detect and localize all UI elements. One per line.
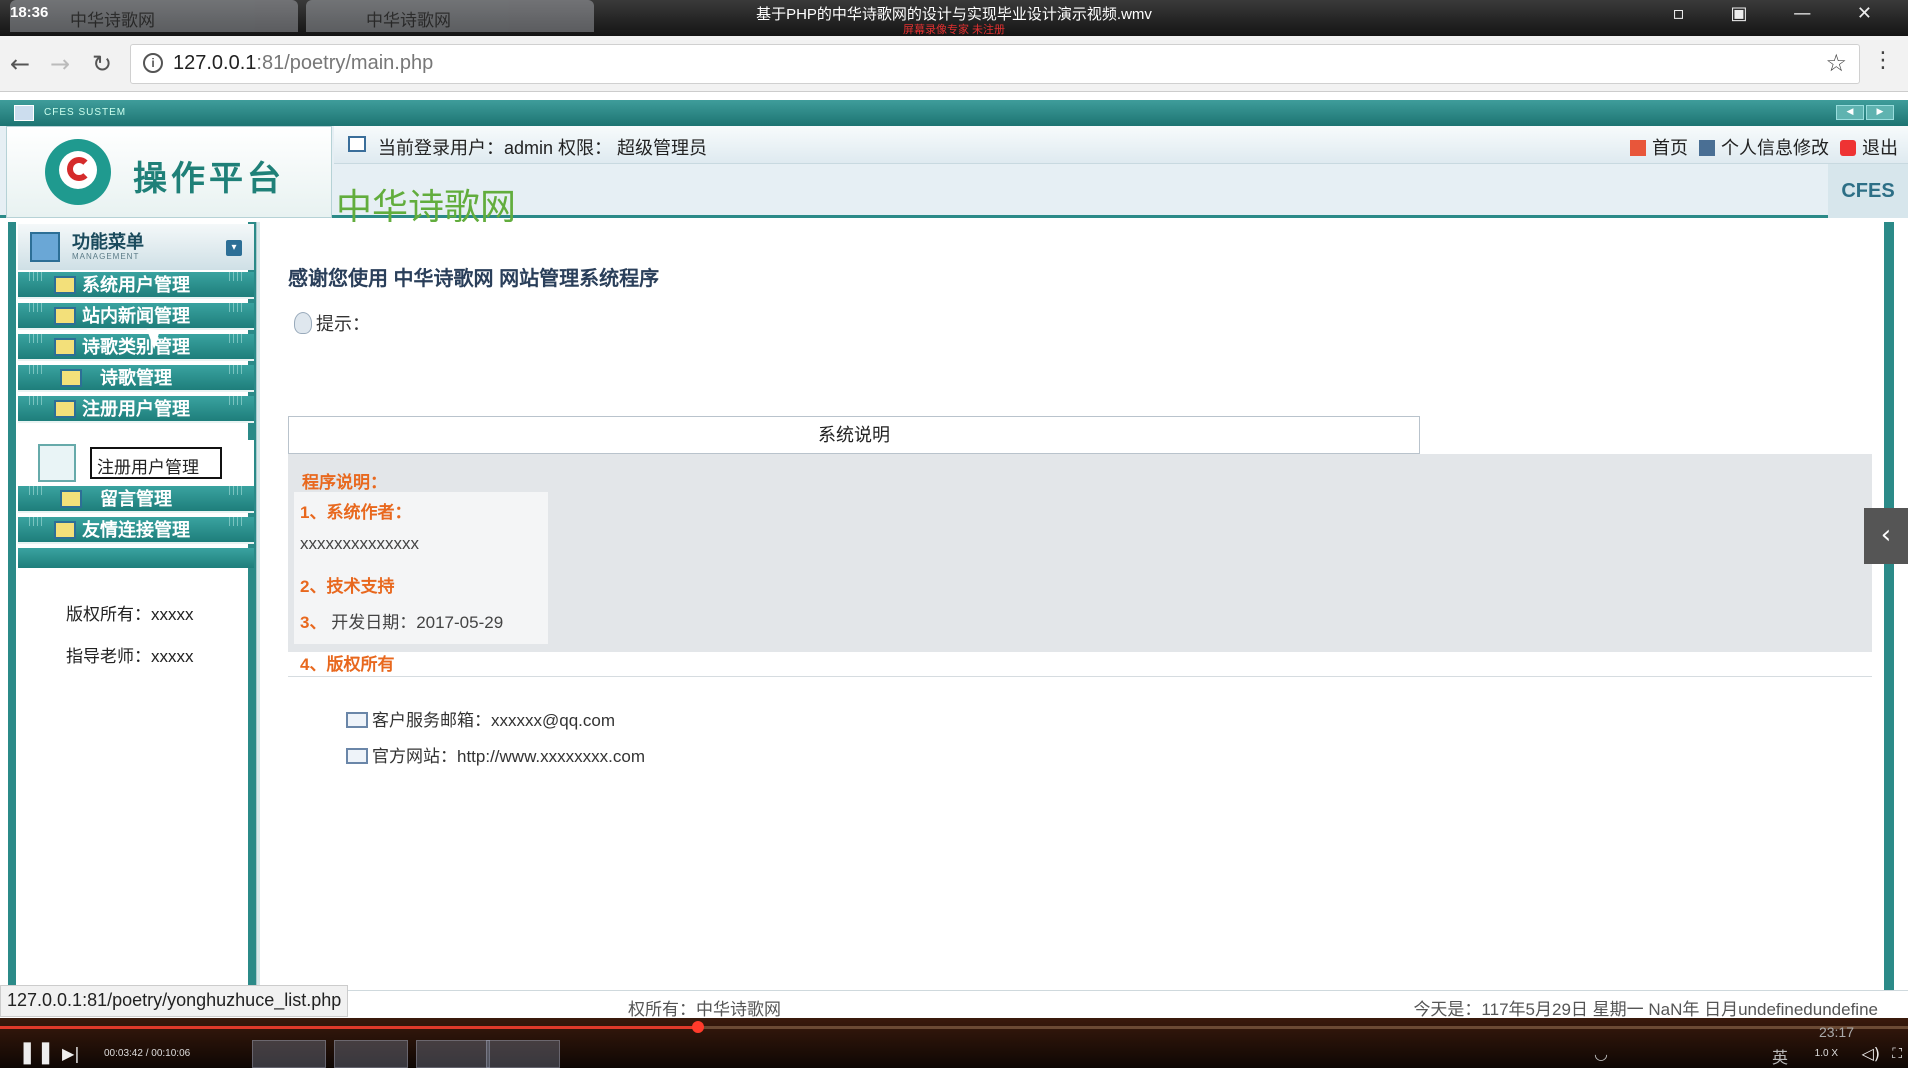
- back-icon[interactable]: ←: [10, 50, 30, 78]
- system-bar: CFES SUSTEM ◀ ▶: [0, 100, 1908, 126]
- user-profile-icon: [38, 444, 76, 482]
- taskbar-app-chrome[interactable]: [486, 1040, 560, 1068]
- contact-website: 官方网站：http://www.xxxxxxxx.com: [346, 742, 645, 767]
- home-link[interactable]: 首页: [1652, 138, 1688, 158]
- overlay-time: 23:17: [1818, 1024, 1854, 1040]
- taskbar-app-explorer[interactable]: [252, 1040, 326, 1068]
- fullscreen-icon[interactable]: ⛶: [1892, 1046, 1902, 1062]
- page-title: 感谢您使用 中华诗歌网 网站管理系统程序: [288, 268, 660, 290]
- submenu-item[interactable]: 注册用户管理: [18, 440, 254, 486]
- address-bar[interactable]: i 127.0.0.1:81/poetry/main.php ☆: [130, 44, 1860, 84]
- program-info-area: 程序说明： 1、系统作者： xxxxxxxxxxxxxx 2、技术支持 3、 开…: [288, 454, 1872, 674]
- logo-mark-icon: [45, 139, 111, 205]
- status-url: 127.0.0.1:81/poetry/yonghuzhuce_list.php: [0, 985, 349, 1017]
- collapse-panel-icon[interactable]: ‹: [1864, 508, 1908, 564]
- menu-item-icon: [54, 276, 76, 294]
- ime-icon: 英: [1771, 1048, 1788, 1067]
- mail-icon: [346, 712, 368, 728]
- sidebar: 功能菜单 MANAGEMENT ▾ |||| 系统用户管理 |||| |||| 站内新…: [8, 222, 256, 1012]
- reload-icon[interactable]: ↻: [92, 50, 112, 78]
- menu-item-icon: [60, 490, 82, 508]
- next-icon[interactable]: ▶|: [62, 1044, 80, 1063]
- bulb-icon: [294, 312, 312, 334]
- list-item-author-value: xxxxxxxxxxxxxx: [300, 534, 419, 553]
- edit-icon: [1698, 140, 1715, 156]
- sidebar-item-poetry[interactable]: |||| 诗歌管理 ||||: [18, 365, 254, 392]
- main-content: 感谢您使用 中华诗歌网 网站管理系统程序 提示： 系统说明 程序说明： 1、系统…: [262, 222, 1894, 1012]
- cfes-tag: CFES: [1828, 164, 1908, 218]
- system-label: CFES SUSTEM: [44, 107, 127, 118]
- bookmark-star-icon[interactable]: ☆: [1825, 49, 1847, 77]
- web-page: CFES SUSTEM ◀ ▶ 操作平台 当前登录用户：admin 权限： 超级…: [0, 92, 1908, 1019]
- sidebar-item-links[interactable]: |||| 友情连接管理 ||||: [18, 517, 254, 544]
- window-controls[interactable]: ▫ ▣ — ✕: [1673, 3, 1892, 24]
- taskbar-app-home[interactable]: [416, 1040, 490, 1068]
- progress-handle[interactable]: [692, 1021, 705, 1033]
- sidebar-item-messages[interactable]: |||| 留言管理 ||||: [18, 486, 254, 513]
- playback-speed[interactable]: 1.0 X: [1815, 1048, 1838, 1059]
- info-icon[interactable]: i: [143, 53, 163, 73]
- menu-subtitle: MANAGEMENT: [72, 252, 140, 261]
- list-item-support: 2、技术支持: [300, 577, 395, 596]
- player-titlebar: 中华诗歌网 中华诗歌网 18:36 基于PHP的中华诗歌网的设计与实现毕业设计演…: [0, 0, 1908, 36]
- menu-item-icon: [54, 307, 76, 325]
- divider: [288, 676, 1872, 677]
- progress-fill: [0, 1026, 699, 1029]
- pause-icon[interactable]: ❚❚: [18, 1040, 55, 1065]
- volume-icon[interactable]: ◁): [1861, 1044, 1880, 1063]
- browser-menu-icon[interactable]: ⋮: [1872, 48, 1894, 73]
- sidebar-item-news[interactable]: |||| 站内新闻管理 ||||: [18, 303, 254, 330]
- system-description-box: 系统说明: [288, 416, 1420, 454]
- phone-icon: [346, 748, 368, 764]
- menu-header: 功能菜单 MANAGEMENT ▾: [18, 224, 254, 270]
- menu-item-icon: [54, 521, 76, 539]
- footer-copyright: 权所有：中华诗歌网: [628, 1000, 781, 1019]
- splitter[interactable]: [256, 222, 260, 1012]
- list-item-author: 1、系统作者：: [300, 503, 412, 522]
- sidebar-item-system-users[interactable]: |||| 系统用户管理 ||||: [18, 272, 254, 299]
- menu-item-icon: [60, 369, 82, 387]
- logo: 操作平台: [6, 126, 332, 218]
- scroll-left-icon[interactable]: ◀: [1836, 105, 1864, 120]
- watermark-text: 屏幕录像专家 未注册: [902, 24, 1006, 36]
- list-item-copyright: 4、版权所有: [300, 655, 395, 674]
- program-list: 1、系统作者： xxxxxxxxxxxxxx 2、技术支持 3、 开发日期：20…: [294, 492, 548, 644]
- menu-title: 功能菜单: [72, 232, 144, 252]
- menu-icon: [30, 232, 60, 262]
- copyright-text: 版权所有：xxxxx: [66, 605, 194, 624]
- sidebar-item-categories[interactable]: |||| 诗歌类别管理 ||||: [18, 334, 254, 361]
- logo-text: 操作平台: [133, 161, 285, 198]
- user-bar: 当前登录用户：admin 权限： 超级管理员 首页 个人信息修改 退出: [334, 126, 1908, 164]
- wifi-icon: ◡: [1594, 1044, 1608, 1063]
- tip: 提示：: [294, 310, 370, 336]
- logout-link[interactable]: 退出: [1862, 138, 1898, 158]
- contact-email: 客户服务邮箱：xxxxxx@qq.com: [346, 706, 615, 731]
- player-controls: ❚❚ ▶| 00:03:42 / 00:10:06 ◡ 英 1.0 X 23:1…: [0, 1018, 1908, 1068]
- list-item-date: 3、 开发日期：2017-05-29: [300, 613, 504, 632]
- forward-icon[interactable]: →: [50, 50, 70, 78]
- menu-item-icon: [54, 400, 76, 418]
- submenu-link-registered-users[interactable]: 注册用户管理: [90, 447, 222, 479]
- current-user: 当前登录用户：admin 权限： 超级管理员: [378, 138, 708, 158]
- profile-link[interactable]: 个人信息修改: [1721, 138, 1829, 158]
- monitor-icon: [14, 105, 34, 121]
- program-title: 程序说明：: [302, 473, 387, 492]
- page-header: 操作平台 当前登录用户：admin 权限： 超级管理员 首页 个人信息修改 退出…: [0, 126, 1908, 227]
- player-time: 00:03:42 / 00:10:06: [104, 1048, 191, 1059]
- user-card-icon: [348, 136, 366, 152]
- url-text[interactable]: 127.0.0.1:81/poetry/main.php: [173, 52, 433, 75]
- taskbar-app-editor[interactable]: [334, 1040, 408, 1068]
- teacher-text: 指导老师：xxxxx: [66, 647, 194, 666]
- menu-item-icon: [54, 338, 76, 356]
- scroll-right-icon[interactable]: ▶: [1866, 105, 1894, 120]
- collapse-icon[interactable]: ▾: [226, 240, 242, 256]
- header-links: 首页 个人信息修改 退出: [1624, 134, 1898, 160]
- sidebar-item-registered-users[interactable]: |||| 注册用户管理 ||||: [18, 396, 254, 423]
- footer-date: 今天是：117年5月29日 星期一 NaN年 日月undefinedundefi…: [1413, 1000, 1878, 1019]
- logout-icon: [1840, 140, 1856, 156]
- home-icon: [1629, 140, 1646, 156]
- browser-toolbar: ← → ↻ i 127.0.0.1:81/poetry/main.php ☆ ⋮: [0, 36, 1908, 92]
- menu-footer: [18, 548, 254, 568]
